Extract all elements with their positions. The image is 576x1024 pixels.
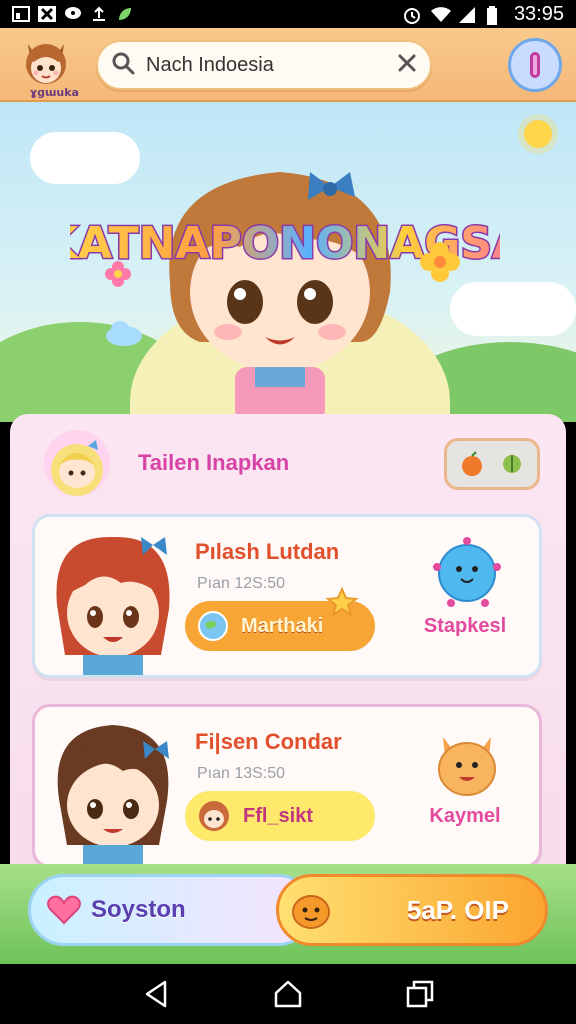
cloud-icon <box>450 282 576 336</box>
sun-icon <box>524 120 552 148</box>
main-panel: Tailen Inapkan Pılash Lutdan Pıan 12S:50… <box>10 414 566 868</box>
chip-label: Marthaki <box>241 614 324 637</box>
clock: 33:95 <box>513 2 564 25</box>
soyston-button[interactable]: Soyston <box>28 874 314 946</box>
clear-icon[interactable] <box>396 52 418 78</box>
upload-icon <box>90 6 108 22</box>
fruit-badge[interactable] <box>444 438 540 490</box>
flower-icon <box>420 242 460 282</box>
heart-icon <box>47 895 81 925</box>
pill-toggle-icon <box>530 52 540 78</box>
character-name: Pılash Lutdan <box>195 539 340 564</box>
character-name: Fi|sen Condar <box>195 729 342 754</box>
character-card[interactable]: Pılash Lutdan Pıan 12S:50 Marthaki Stapk… <box>32 514 542 678</box>
character-subtitle: Pıan 13S:50 <box>197 765 286 782</box>
flower-icon <box>105 261 131 287</box>
battery-icon <box>486 6 504 25</box>
score-label: 5aP. OIP <box>406 894 509 925</box>
app-header: ɣɡɯuka Nach Indoesia <box>0 28 576 102</box>
cloud-icon <box>30 132 140 184</box>
back-button[interactable] <box>136 974 176 1014</box>
alarm-icon <box>402 6 420 24</box>
home-button[interactable] <box>268 974 308 1014</box>
recents-icon <box>406 980 434 1008</box>
home-icon <box>274 980 302 1008</box>
wifi-icon <box>430 6 451 22</box>
chip-label: Ffl_sikt <box>243 804 314 827</box>
score-button[interactable]: 5aP. OIP <box>276 874 548 946</box>
user-row: Tailen Inapkan <box>10 414 566 508</box>
status-bar: 33:95 <box>0 0 576 28</box>
character-card[interactable]: Fi|sen Condar Pıan 13S:50 Ffl_sikt Kayme… <box>32 704 542 868</box>
green-fruit-icon <box>502 455 521 473</box>
x-app-icon <box>38 6 56 22</box>
search-bar[interactable]: Nach Indoesia <box>96 40 432 90</box>
user-avatar[interactable] <box>44 430 110 496</box>
app-logo[interactable]: ɣɡɯuka <box>14 34 79 99</box>
small-cloud-icon <box>106 321 142 346</box>
orange-fruit-icon <box>462 451 483 476</box>
character-avatar <box>56 536 170 675</box>
character-avatar <box>57 725 169 865</box>
globe-icon <box>198 611 228 641</box>
toggle-button[interactable] <box>508 38 562 92</box>
mascot-label: Stapkesl <box>423 615 507 637</box>
search-input[interactable]: Nach Indoesia <box>146 54 396 77</box>
soyston-label: Soyston <box>91 896 186 923</box>
hero-banner: KATNAPONONAGSA <box>0 102 576 422</box>
action-bar: Soyston 5aP. OIP <box>0 864 576 964</box>
back-triangle-icon <box>145 980 167 1008</box>
user-name: Tailen Inapkan <box>138 450 290 475</box>
logo-text: ɣɡɯuka <box>30 86 79 99</box>
logo-avatar-icon <box>26 44 66 84</box>
system-nav-bar <box>0 964 576 1024</box>
character-chip[interactable]: Ffl_sikt <box>185 791 375 841</box>
signal-icon <box>458 6 476 23</box>
blob-coin-icon <box>292 895 330 929</box>
leaf-icon <box>116 6 134 22</box>
star-cookie-icon <box>325 587 359 617</box>
mini-avatar-icon <box>199 801 229 831</box>
gallery-icon <box>12 6 30 22</box>
character-subtitle: Pıan 12S:50 <box>197 575 286 592</box>
recents-button[interactable] <box>400 974 440 1014</box>
fox-mascot-icon <box>438 737 496 796</box>
search-icon <box>110 50 136 80</box>
mascot-label: Kaymel <box>429 805 501 827</box>
blob-mascot-icon <box>433 537 501 607</box>
chat-icon <box>64 6 82 22</box>
